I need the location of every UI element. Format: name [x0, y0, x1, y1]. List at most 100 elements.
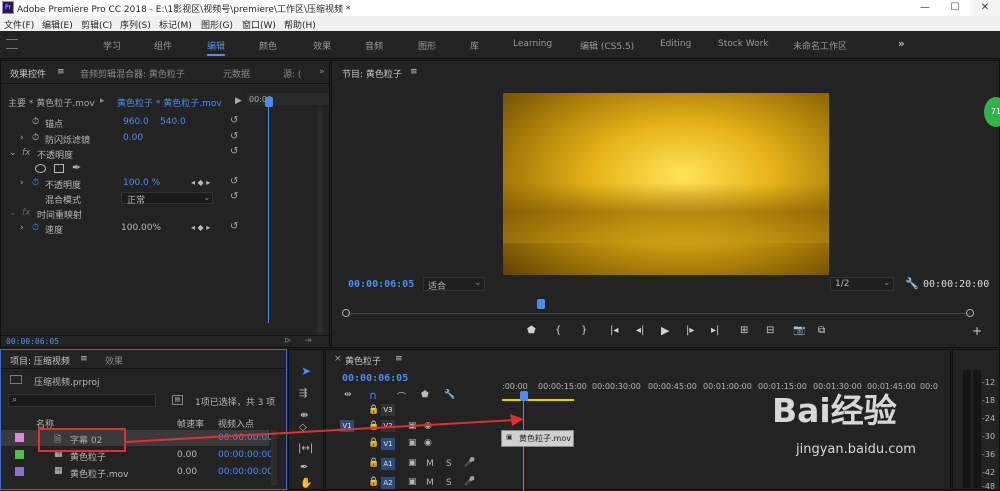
tab-project[interactable]: 项目: 压缩视频 — [10, 354, 70, 367]
track-select-tool-icon[interactable]: ⇶ — [299, 388, 307, 399]
play-clip-icon[interactable]: ▶ — [235, 96, 242, 106]
workspace-assembly[interactable]: 组件 — [154, 39, 172, 52]
playhead-handle[interactable] — [265, 97, 273, 107]
export-icon[interactable]: ⇥ — [304, 336, 312, 346]
reset-icon[interactable]: ↺ — [230, 115, 238, 126]
expand-chevron-icon[interactable]: ⌄ — [9, 208, 17, 218]
keyframe-navigator-icon[interactable]: ◂ ◆ ▸ — [191, 178, 210, 187]
stopwatch-icon[interactable]: ⏱ — [32, 117, 39, 127]
linked-selection-icon[interactable]: ⌒ — [397, 390, 406, 403]
lock-icon[interactable]: 🔒 — [368, 477, 379, 487]
play-icon[interactable]: ▶ — [661, 324, 669, 337]
scrubber-start-handle[interactable] — [342, 309, 350, 317]
opacity-value[interactable]: 100.0 % — [123, 178, 160, 188]
magnet-icon[interactable]: ∩ — [369, 389, 377, 402]
mark-out-icon[interactable]: } — [581, 325, 587, 336]
program-timecode[interactable]: 00:00:06:05 — [348, 279, 414, 290]
resolution-dropdown[interactable]: 1/2 ⌄ — [830, 277, 894, 291]
keyframe-navigator-icon[interactable]: ◂ ◆ ▸ — [191, 223, 210, 232]
wrench-icon[interactable]: 🔧 — [444, 390, 455, 400]
add-marker-icon[interactable]: ⬟ — [527, 325, 536, 336]
workspace-stock-work[interactable]: Stock Work — [718, 39, 769, 49]
workspace-learning[interactable]: Learning — [513, 39, 552, 49]
pen-tool-icon[interactable]: ✒ — [300, 462, 308, 473]
menu-clip[interactable]: 剪辑(C) — [81, 18, 112, 31]
toggle-sync-icon[interactable]: ▣ — [408, 458, 417, 468]
microphone-icon[interactable]: 🎤 — [464, 477, 475, 487]
mute-button[interactable]: M — [426, 478, 434, 488]
reset-icon[interactable]: ↺ — [230, 146, 238, 157]
flicker-value[interactable]: 0.00 — [123, 133, 143, 143]
add-button-icon[interactable]: + — [972, 324, 982, 338]
pen-mask-icon[interactable]: ✒ — [72, 161, 81, 174]
ellipse-mask-icon[interactable] — [35, 164, 46, 173]
menu-file[interactable]: 文件(F) — [4, 18, 34, 31]
tab-audio-clip-mixer[interactable]: 音频剪辑混合器: 黄色粒子 — [80, 67, 185, 80]
menu-marker[interactable]: 标记(M) — [159, 18, 192, 31]
menu-sequence[interactable]: 序列(S) — [120, 18, 151, 31]
mute-button[interactable]: M — [426, 459, 434, 469]
go-to-in-icon[interactable]: |◂ — [610, 325, 618, 336]
workspace-color[interactable]: 颜色 — [259, 39, 277, 52]
anchor-y-value[interactable]: 540.0 — [160, 117, 186, 127]
stopwatch-icon[interactable]: ⏱ — [32, 178, 39, 188]
reset-icon[interactable]: ↺ — [230, 131, 238, 142]
dropdown-arrow-icon[interactable]: ▸ — [100, 96, 105, 106]
menu-graphics[interactable]: 图形(G) — [201, 18, 233, 31]
lift-icon[interactable]: ⊞ — [740, 325, 748, 336]
toggle-sync-icon[interactable]: ▣ — [408, 477, 417, 487]
snap-icon[interactable]: ⇹ — [344, 390, 352, 400]
tab-effects[interactable]: 效果 — [105, 354, 123, 367]
scrubber-end-handle[interactable] — [966, 309, 974, 317]
label-color-swatch[interactable] — [15, 433, 24, 442]
menu-help[interactable]: 帮助(H) — [284, 18, 316, 31]
video-preview[interactable] — [503, 93, 829, 275]
expand-chevron-icon[interactable]: › — [20, 133, 24, 143]
tabs-overflow-icon[interactable]: » — [319, 67, 325, 77]
table-row[interactable]: ▦ 黄色粒子.mov 0.00 00:00:00:00 — [1, 464, 273, 480]
expand-chevron-icon[interactable]: › — [20, 223, 24, 233]
panel-menu-icon[interactable]: ≡ — [80, 354, 88, 364]
panel-menu-icon[interactable]: ≡ — [395, 354, 403, 364]
track-a1-label[interactable]: A1 — [381, 458, 395, 470]
tab-metadata[interactable]: 元数据 — [223, 67, 250, 80]
fit-dropdown[interactable]: 适合 ⌄ — [423, 277, 485, 292]
effect-controls-timecode[interactable]: 00:00:06:05 — [6, 337, 59, 346]
clip-selector[interactable]: 黄色粒子 * 黄色粒子.mov — [117, 96, 222, 109]
workspace-editing-en[interactable]: Editing — [660, 39, 691, 49]
program-monitor-title[interactable]: 节目: 黄色粒子 — [342, 67, 402, 80]
home-icon[interactable] — [6, 39, 18, 49]
tab-effect-controls[interactable]: 效果控件 — [10, 67, 46, 80]
lock-icon[interactable]: 🔒 — [368, 458, 379, 468]
workspace-audio[interactable]: 音频 — [365, 39, 383, 52]
workspace-editing[interactable]: 编辑 — [207, 39, 226, 56]
selection-tool-icon[interactable]: ➤ — [301, 364, 311, 378]
maximize-button[interactable]: ☐ — [940, 0, 970, 16]
reset-icon[interactable]: ↺ — [230, 191, 238, 202]
timeline-timecode[interactable]: 00:00:06:05 — [342, 373, 408, 384]
work-area-bar[interactable] — [502, 399, 574, 401]
master-clip-label[interactable]: 主要 * 黄色粒子.mov — [8, 96, 95, 109]
tab-source[interactable]: 源: ( — [283, 67, 301, 80]
label-color-swatch[interactable] — [15, 467, 24, 476]
step-forward-icon[interactable]: |▸ — [686, 325, 694, 336]
timeline-playhead[interactable] — [520, 391, 528, 401]
stopwatch-icon[interactable]: ⏱ — [32, 133, 39, 143]
scrollbar[interactable] — [317, 107, 323, 335]
minimize-button[interactable]: — — [910, 0, 940, 16]
hand-tool-icon[interactable]: ✋ — [300, 478, 312, 489]
rectangle-mask-icon[interactable] — [54, 164, 64, 173]
floating-badge[interactable]: 71 — [984, 97, 1000, 127]
workspace-effects[interactable]: 效果 — [313, 39, 331, 52]
program-playhead[interactable] — [537, 299, 545, 309]
speed-value[interactable]: 100.00% — [121, 223, 161, 233]
extract-icon[interactable]: ⊟ — [766, 325, 774, 336]
track-a2-label[interactable]: A2 — [381, 477, 395, 489]
stopwatch-icon[interactable]: ⏱ — [32, 223, 39, 233]
panel-menu-icon[interactable]: ≡ — [57, 67, 65, 77]
new-bin-icon[interactable]: ▤ — [172, 395, 183, 405]
workspace-untitled[interactable]: 未命名工作区 — [793, 39, 847, 52]
reset-icon[interactable]: ↺ — [230, 176, 238, 187]
menu-edit[interactable]: 编辑(E) — [42, 18, 73, 31]
expand-chevron-icon[interactable]: › — [20, 178, 24, 188]
